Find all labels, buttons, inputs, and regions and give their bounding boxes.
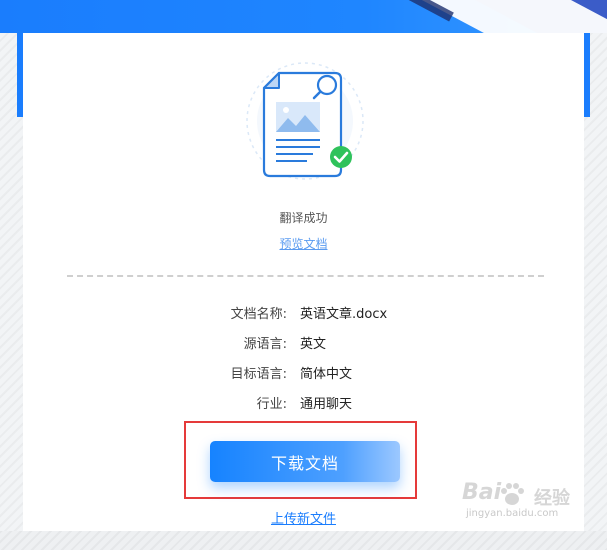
source-language-value: 英文 (300, 337, 327, 352)
target-language-value: 简体中文 (300, 367, 353, 382)
document-success-illustration (246, 62, 364, 180)
success-message: 翻译成功 (279, 211, 328, 225)
info-row-source-language: 源语言: 英文 (23, 333, 584, 353)
industry-value: 通用聊天 (300, 397, 353, 412)
watermark-url: jingyan.baidu.com (466, 508, 559, 519)
paw-icon (501, 483, 524, 505)
banner-decoration-light (355, 0, 607, 33)
dashed-divider (67, 275, 544, 277)
info-row-doc-name: 文档名称: 英语文章.docx (23, 303, 584, 323)
doc-name-value: 英语文章.docx (300, 307, 388, 322)
doc-name-label: 文档名称: (230, 307, 287, 322)
source-language-label: 源语言: (243, 337, 287, 352)
info-row-industry: 行业: 通用聊天 (23, 393, 584, 413)
preview-document-link[interactable]: 预览文档 (23, 235, 584, 252)
baidu-jingyan-watermark: Bai 经验 jingyan.baidu.com (462, 480, 602, 548)
industry-label: 行业: (256, 397, 287, 412)
info-row-target-language: 目标语言: 简体中文 (23, 363, 584, 383)
watermark-logo-text: Bai (462, 480, 502, 505)
result-card: 翻译成功 预览文档 文档名称: 英语文章.docx 源语言: 英文 目标语言: … (23, 33, 584, 550)
top-banner (0, 0, 607, 33)
target-language-label: 目标语言: (230, 367, 287, 382)
right-accent-bar (584, 33, 590, 117)
download-document-button[interactable]: 下载文档 (210, 441, 400, 482)
watermark-brand-text: 经验 (534, 488, 570, 509)
